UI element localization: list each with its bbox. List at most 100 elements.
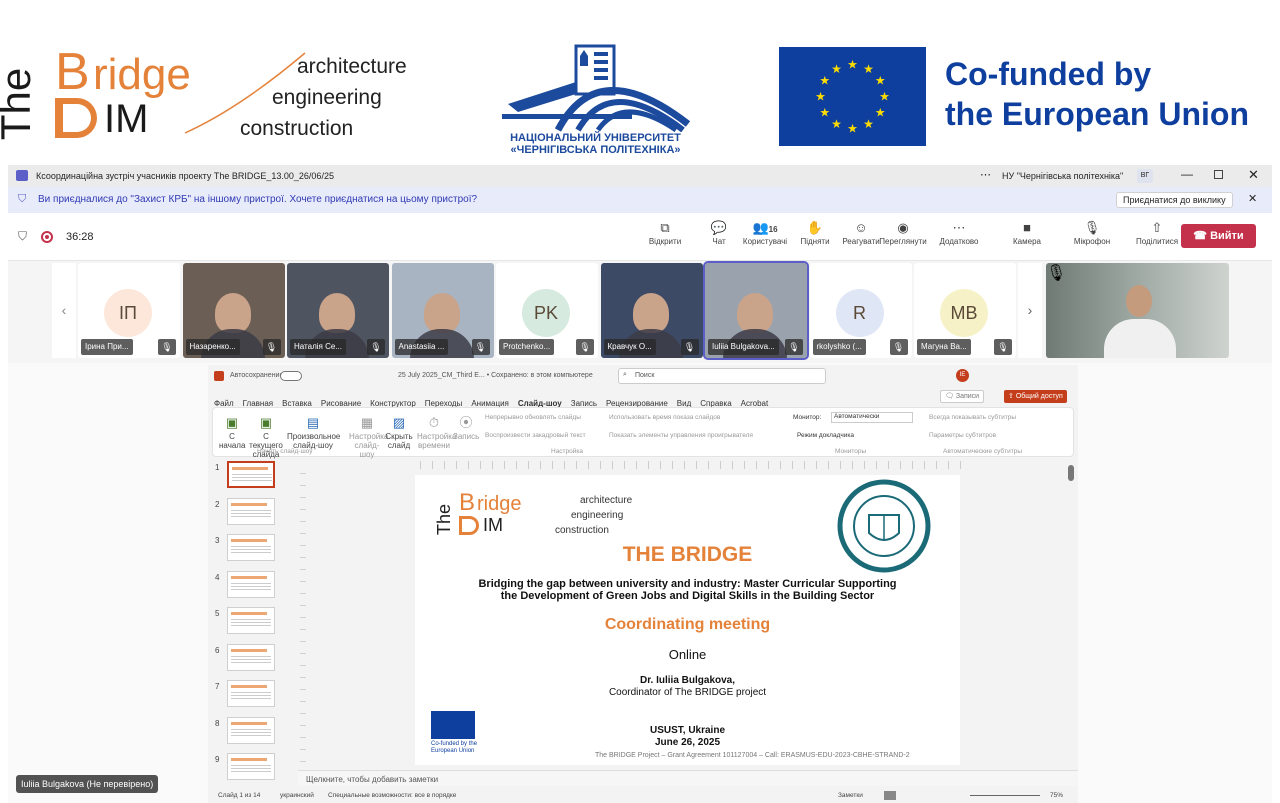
presenter-mode-checkbox[interactable]: Режим докладчика	[797, 432, 854, 439]
presenter-video-tile[interactable]: 🎙	[1046, 263, 1229, 358]
phone-hangup-icon: ☎	[1193, 230, 1207, 242]
toolbar-button-0[interactable]: ⧉ Відкрити	[638, 219, 692, 246]
slide-thumbnail[interactable]	[227, 607, 275, 634]
svg-text:★: ★	[875, 74, 886, 88]
microphone-icon: 🎙	[1083, 220, 1101, 235]
view-icon: ◉	[897, 220, 909, 235]
zoom-slider[interactable]	[970, 795, 1040, 796]
dismiss-notice-icon[interactable]: ✕	[1248, 192, 1257, 205]
always-subtitles-option[interactable]: Всегда показывать субтитры	[929, 414, 1016, 421]
slide-thumbnail[interactable]	[227, 461, 275, 488]
participant-tile[interactable]: Iuliia Bulgakova... 🎙	[703, 261, 809, 360]
slide-meeting-title: Coordinating meeting	[604, 616, 771, 633]
participant-tile[interactable]: ІП Ірина При... 🎙	[78, 263, 180, 358]
opt-loop-updates[interactable]: Непрерывно обновлять слайды	[485, 414, 581, 421]
participant-tile[interactable]: Кравчук О... 🎙	[600, 263, 703, 358]
participant-video	[737, 293, 773, 333]
normal-view-icon[interactable]	[884, 791, 896, 800]
svg-text:★: ★	[875, 106, 886, 120]
search-icon: ⌕	[623, 371, 627, 378]
custom-show-button[interactable]: ▤ Произвольное слайд-шоу	[287, 414, 340, 450]
mic-off-icon: 🎙	[262, 339, 281, 355]
logo-d-shape	[55, 98, 97, 138]
slide-number: 3	[215, 536, 220, 545]
rehearse-button[interactable]: ⏱ Настройка времени	[417, 414, 456, 450]
participant-video	[423, 293, 460, 333]
slide-canvas[interactable]: The B ridge IM architecture engineering …	[415, 475, 960, 765]
status-language[interactable]: украинский	[280, 792, 314, 799]
group-label-monitors: Мониторы	[835, 448, 867, 455]
record-button[interactable]: ⦿ Запись	[453, 414, 479, 441]
toolbar-label: Поділитися	[1135, 237, 1179, 246]
slide-scrollbar[interactable]	[1068, 465, 1074, 765]
toolbar-button-8[interactable]: 🎙 Мікрофон	[1065, 219, 1119, 246]
slide-number: 1	[215, 463, 220, 472]
participant-tile[interactable]: PK Protchenko... 🎙	[496, 263, 598, 358]
toolbar-button-9[interactable]: ⇧ Поділитися	[1130, 219, 1184, 246]
participant-tile[interactable]: МВ Магуна Ва... 🎙	[914, 263, 1016, 358]
participant-tile[interactable]: Rrkolyshko (... 🎙	[809, 263, 912, 358]
opt-narration[interactable]: Воспроизвести закадровый текст	[485, 432, 586, 439]
autosave-toggle[interactable]	[280, 371, 302, 381]
toolbar-label: Користувачі	[742, 237, 788, 246]
comments-button[interactable]: 🗨 Записи	[940, 390, 985, 403]
status-accessibility[interactable]: Специальные возможности: все в порядке	[328, 792, 456, 799]
slide-thumbnail[interactable]	[227, 643, 275, 671]
participant-tile[interactable]: Наталія Се... 🎙	[287, 263, 389, 358]
ppt-user-badge[interactable]: IE	[956, 369, 969, 382]
people-icon: 👥16	[752, 220, 778, 235]
mic-off-icon: 🎙	[367, 339, 385, 355]
strip-next-icon[interactable]: ›	[1018, 263, 1042, 358]
presenter-mic-off-icon: 🎙	[1046, 265, 1067, 282]
participant-tile[interactable]: Anastasiia ... 🎙	[391, 263, 494, 358]
share-button[interactable]: ⇪ Общий доступ	[1004, 390, 1067, 403]
toolbar-button-5[interactable]: ◉ Переглянути	[876, 219, 930, 246]
toolbar-label: Чат	[712, 237, 726, 246]
from-start-button[interactable]: ▣ С начала	[219, 414, 245, 450]
status-notes[interactable]: Заметки	[838, 792, 863, 799]
subtitle-settings-option[interactable]: Параметры субтитров	[929, 432, 996, 439]
svg-text:★: ★	[819, 74, 830, 88]
opt-media-controls[interactable]: Показать элементы управления проигрывате…	[609, 432, 753, 439]
slide-thumbnail[interactable]	[227, 570, 275, 598]
slide-date: June 26, 2025	[654, 737, 721, 748]
slide-thumbnail[interactable]	[227, 716, 275, 744]
slide-thumbnail[interactable]	[227, 534, 275, 561]
notes-area[interactable]: Щелкните, чтобы добавить заметки	[298, 770, 1078, 786]
more-options-icon[interactable]: ⋯	[980, 168, 991, 181]
org-badge[interactable]: ВГ	[1137, 169, 1153, 183]
participant-tile[interactable]: Назаренко... 🎙	[182, 263, 285, 358]
restore-icon[interactable]	[1214, 170, 1223, 179]
share-label: Общий доступ	[1015, 393, 1063, 400]
org-name[interactable]: НУ "Чернігівська політехніка"	[1002, 171, 1123, 181]
participant-video	[319, 293, 355, 333]
logo-tag-construction: construction	[240, 117, 354, 140]
slide-thumbnail[interactable]	[227, 497, 275, 525]
strip-prev-icon[interactable]: ‹	[52, 263, 76, 358]
participant-avatar: R	[835, 289, 884, 337]
toolbar-button-7[interactable]: ■ Камера	[1000, 219, 1054, 246]
toolbar-button-6[interactable]: ⋯ Додатково	[932, 219, 986, 246]
more-icon: ⋯	[952, 220, 966, 235]
opt-timings[interactable]: Использовать время показа слайдов	[609, 414, 720, 421]
participant-video	[214, 293, 251, 333]
participant-name: Iuliia Bulgakova...	[708, 339, 779, 355]
toolbar-button-2[interactable]: 👥16 Користувачі	[738, 219, 792, 246]
ppt-search-box[interactable]: ⌕ Поиск	[618, 368, 826, 384]
ppt-search-placeholder: Поиск	[635, 372, 655, 379]
monitor-select[interactable]: Автоматически	[831, 412, 913, 423]
setup-show-button[interactable]: ▦ Настройка слайд-шоу	[349, 414, 388, 459]
logo-b: B	[55, 43, 90, 101]
horizontal-ruler	[420, 461, 965, 469]
minimize-icon[interactable]: —	[1181, 167, 1193, 181]
presenter-person	[1126, 285, 1152, 317]
slide-thumbnail[interactable]	[227, 680, 275, 707]
close-icon[interactable]: ✕	[1248, 167, 1259, 183]
svg-text:★: ★	[863, 117, 874, 131]
mic-off-icon: 🎙	[158, 339, 176, 355]
slide-thumbnail[interactable]	[227, 753, 275, 780]
join-call-button[interactable]: Приєднатися до виклику	[1116, 192, 1233, 208]
hide-slide-button[interactable]: ▨ Скрыть слайд	[385, 414, 413, 450]
zoom-level[interactable]: 75%	[1050, 792, 1063, 799]
leave-button[interactable]: ☎ Вийти	[1181, 224, 1256, 248]
